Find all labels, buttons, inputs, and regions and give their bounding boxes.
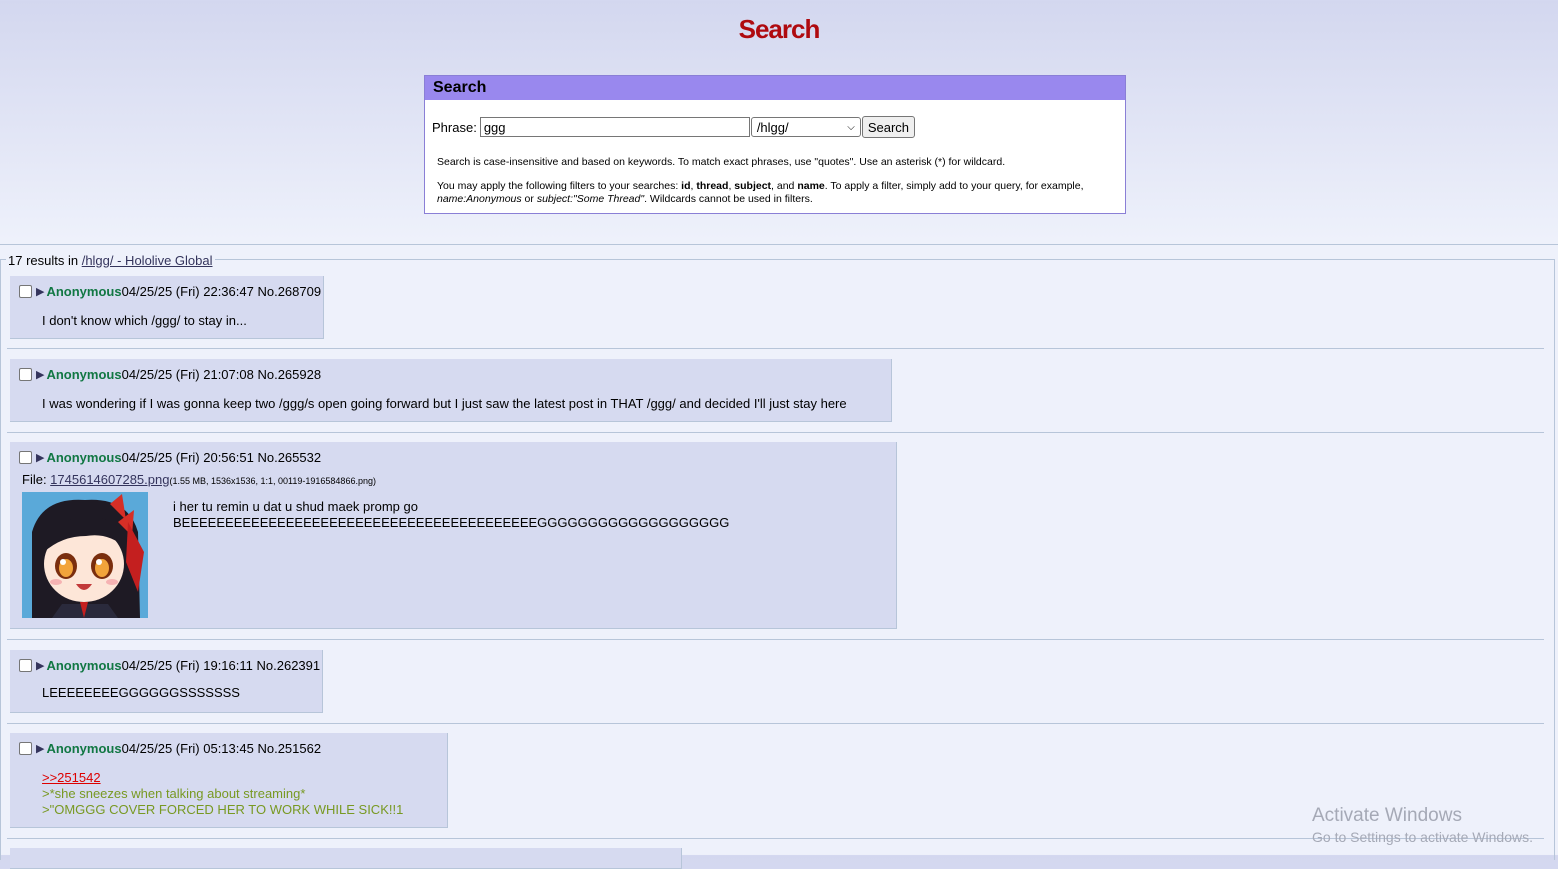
search-help-text: Search is case-insensitive and based on … bbox=[437, 156, 1006, 168]
example-name: name:Anonymous bbox=[437, 193, 522, 205]
page-title: Search bbox=[738, 14, 821, 44]
help-prefix: You may apply the following filters to y… bbox=[437, 180, 682, 192]
post-number[interactable]: No.262391 bbox=[257, 658, 321, 673]
board-link[interactable]: /hlgg/ - Hololive Global bbox=[82, 253, 213, 268]
post-number[interactable]: No.251562 bbox=[257, 741, 321, 756]
help-suffix: . Wildcards cannot be used in filters. bbox=[644, 193, 813, 205]
filter-name: name bbox=[797, 180, 825, 192]
post-divider bbox=[7, 723, 1544, 724]
help-or: or bbox=[521, 193, 537, 205]
search-result-post: ▶ Anonymous 04/25/25 (Fri) 05:13:45 No.2… bbox=[10, 733, 448, 828]
file-meta: (1.55 MB, 1536x1536, 1:1, 00119-19165848… bbox=[169, 476, 376, 486]
poster-name: Anonymous bbox=[46, 449, 122, 465]
board-select-value: /hlgg/ bbox=[756, 120, 789, 135]
filter-id: id bbox=[681, 180, 691, 192]
post-datetime: 04/25/25 (Fri) 22:36:47 bbox=[121, 283, 254, 299]
post-body: I was wondering if I was gonna keep two … bbox=[42, 396, 847, 411]
post-number[interactable]: No.265928 bbox=[257, 367, 321, 382]
post-checkbox[interactable] bbox=[19, 284, 32, 298]
post-datetime: 04/25/25 (Fri) 05:13:45 bbox=[121, 740, 254, 756]
file-label: File: bbox=[22, 472, 51, 487]
file-info-line: File: 1745614607285.png(1.55 MB, 1536x15… bbox=[22, 472, 376, 487]
results-legend: 17 results in /hlgg/ - Hololive Global bbox=[6, 253, 215, 268]
post-checkbox[interactable] bbox=[19, 450, 32, 464]
post-body-line: BEEEEEEEEEEEEEEEEEEEEEEEEEEEEEEEEEEEEEEE… bbox=[173, 515, 730, 530]
phrase-row: Phrase: /hlgg/ ⌵ Search bbox=[432, 116, 916, 138]
results-count: 17 results in bbox=[8, 253, 82, 268]
chevron-down-icon: ⌵ bbox=[847, 122, 855, 133]
post-menu-arrow-icon[interactable]: ▶ bbox=[36, 742, 44, 755]
filter-subject: subject bbox=[734, 180, 772, 192]
filter-thread: thread bbox=[696, 180, 729, 192]
search-result-post: ▶ Anonymous 04/25/25 (Fri) 20:56:51 No.2… bbox=[10, 442, 897, 629]
post-datetime: 04/25/25 (Fri) 21:07:08 bbox=[121, 366, 254, 382]
search-box-header: Search bbox=[425, 76, 1125, 100]
post-menu-arrow-icon[interactable]: ▶ bbox=[36, 285, 44, 298]
post-header: ▶ Anonymous 04/25/25 (Fri) 22:36:47 No.2… bbox=[19, 283, 321, 299]
post-checkbox[interactable] bbox=[19, 741, 32, 755]
post-body: LEEEEEEEEGGGGGGSSSSSSS bbox=[42, 685, 240, 700]
poster-name: Anonymous bbox=[46, 283, 122, 299]
greentext-line: >*she sneezes when talking about streami… bbox=[42, 786, 306, 801]
phrase-label: Phrase: bbox=[432, 119, 477, 135]
post-number[interactable]: No.268709 bbox=[257, 284, 321, 299]
search-button[interactable]: Search bbox=[861, 116, 916, 138]
watermark-subtitle: Go to Settings to activate Windows. bbox=[1312, 829, 1533, 845]
poster-name: Anonymous bbox=[46, 740, 122, 756]
post-header: ▶ Anonymous 04/25/25 (Fri) 20:56:51 No.2… bbox=[19, 449, 321, 465]
help-mid: . To apply a filter, simply add to your … bbox=[824, 180, 1084, 192]
filter-help-text: You may apply the following filters to y… bbox=[437, 180, 1084, 205]
post-menu-arrow-icon[interactable]: ▶ bbox=[36, 368, 44, 381]
post-datetime: 04/25/25 (Fri) 20:56:51 bbox=[121, 449, 254, 465]
help-and: , and bbox=[771, 180, 798, 192]
phrase-input[interactable] bbox=[479, 117, 750, 137]
search-result-post-partial bbox=[10, 848, 682, 869]
example-subject: subject:"Some Thread" bbox=[536, 193, 645, 205]
post-header: ▶ Anonymous 04/25/25 (Fri) 21:07:08 No.2… bbox=[19, 366, 321, 382]
search-result-post: ▶ Anonymous 04/25/25 (Fri) 22:36:47 No.2… bbox=[10, 276, 324, 339]
post-divider bbox=[7, 348, 1544, 349]
results-fieldset: 17 results in /hlgg/ - Hololive Global ▶… bbox=[0, 253, 1555, 869]
watermark-title: Activate Windows bbox=[1312, 805, 1462, 826]
post-header: ▶ Anonymous 04/25/25 (Fri) 19:16:11 No.2… bbox=[19, 657, 321, 673]
windows-activation-watermark: Activate Windows Go to Settings to activ… bbox=[1312, 805, 1533, 847]
post-thumbnail-image[interactable] bbox=[22, 492, 148, 618]
poster-name: Anonymous bbox=[46, 657, 122, 673]
search-result-post: ▶ Anonymous 04/25/25 (Fri) 19:16:11 No.2… bbox=[10, 650, 323, 713]
file-link[interactable]: 1745614607285.png bbox=[50, 472, 169, 487]
quote-link[interactable]: >>251542 bbox=[42, 770, 101, 785]
post-body: I don't know which /ggg/ to stay in... bbox=[42, 313, 247, 328]
anime-girl-thumbnail-icon bbox=[22, 492, 148, 618]
poster-name: Anonymous bbox=[46, 366, 122, 382]
post-header: ▶ Anonymous 04/25/25 (Fri) 05:13:45 No.2… bbox=[19, 740, 321, 756]
post-divider bbox=[7, 639, 1544, 640]
top-area: Search Search Phrase: /hlgg/ ⌵ Search Se… bbox=[0, 0, 1558, 245]
post-menu-arrow-icon[interactable]: ▶ bbox=[36, 659, 44, 672]
post-menu-arrow-icon[interactable]: ▶ bbox=[36, 451, 44, 464]
board-select[interactable]: /hlgg/ ⌵ bbox=[750, 117, 861, 137]
post-datetime: 04/25/25 (Fri) 19:16:11 bbox=[121, 657, 253, 673]
post-number[interactable]: No.265532 bbox=[257, 450, 321, 465]
post-body-quote: >>251542 bbox=[42, 770, 101, 785]
search-box: Search Phrase: /hlgg/ ⌵ Search Search is… bbox=[424, 75, 1126, 214]
post-divider bbox=[7, 432, 1544, 433]
search-result-post: ▶ Anonymous 04/25/25 (Fri) 21:07:08 No.2… bbox=[10, 359, 892, 422]
post-body-line: i her tu remin u dat u shud maek promp g… bbox=[173, 499, 418, 514]
greentext-line: >"OMGGG COVER FORCED HER TO WORK WHILE S… bbox=[42, 802, 404, 817]
post-checkbox[interactable] bbox=[19, 367, 32, 381]
post-checkbox[interactable] bbox=[19, 658, 32, 672]
